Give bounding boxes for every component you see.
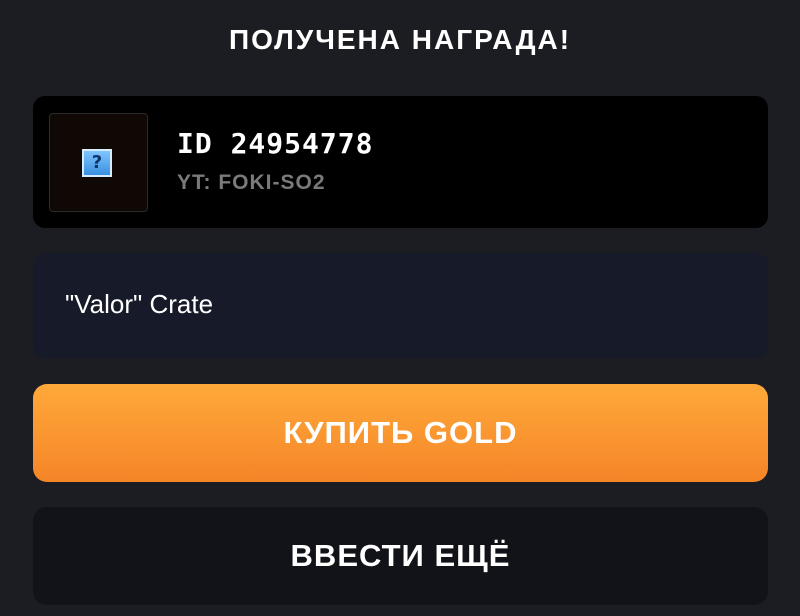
buy-gold-button[interactable]: КУПИТЬ GOLD	[33, 384, 768, 482]
player-card: ? ID 24954778 YT: FOKI-SO2	[33, 96, 768, 228]
reward-dialog: ПОЛУЧЕНА НАГРАДА! ? ID 24954778 YT: FOKI…	[0, 0, 800, 616]
dialog-title: ПОЛУЧЕНА НАГРАДА!	[228, 24, 572, 55]
player-tag: YT: FOKI-SO2	[177, 171, 326, 194]
enter-more-button[interactable]: ВВЕСТИ ЕЩЁ	[33, 507, 768, 605]
reward-item-name: "Valor" Crate	[65, 289, 214, 319]
question-mark-icon: ?	[82, 149, 112, 177]
reward-item-box: "Valor" Crate	[33, 253, 768, 358]
avatar: ?	[49, 113, 148, 212]
player-id: ID 24954778	[177, 127, 374, 160]
